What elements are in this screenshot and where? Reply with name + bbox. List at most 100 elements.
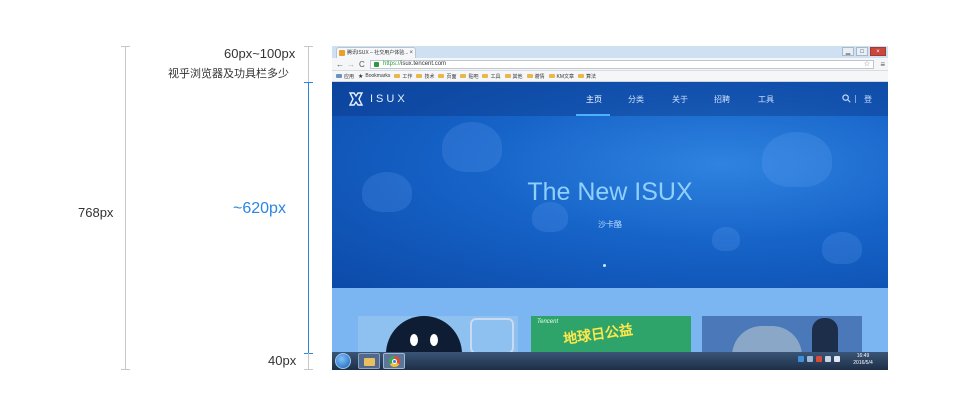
site-logo-text: ISUX	[370, 93, 408, 105]
flag-icon[interactable]	[825, 356, 831, 362]
carousel-dot[interactable]	[603, 264, 606, 267]
nav-active-underline	[576, 114, 610, 116]
total-height-line	[125, 46, 126, 370]
viewport-height-line	[308, 83, 309, 353]
network-icon[interactable]	[807, 356, 813, 362]
lock-icon	[374, 62, 379, 67]
apps-icon	[336, 74, 342, 78]
volume-icon[interactable]	[834, 356, 840, 362]
bookmark-apps[interactable]: 应用	[336, 73, 354, 80]
chrome-height-tick-top	[304, 46, 313, 47]
person-silhouette	[812, 318, 838, 352]
chrome-icon	[389, 356, 400, 367]
jellyfish-decoration	[822, 232, 862, 264]
penguin-illustration	[386, 316, 462, 352]
bookmark-bookmarks[interactable]: ★ Bookmarks	[358, 73, 390, 80]
clock-date: 2016/5/4	[853, 360, 873, 366]
bookmark-star-icon[interactable]: ☆	[864, 61, 870, 68]
taskbar-height-line	[308, 353, 309, 370]
bookmark-folder[interactable]: KM文章	[548, 73, 574, 80]
total-height-label: 768px	[78, 205, 114, 220]
nav-category[interactable]: 分类	[628, 94, 644, 105]
folder-icon	[548, 74, 555, 78]
bookmark-folder[interactable]: 贴吧	[460, 73, 478, 80]
content-section: Tencent 地球日公益	[332, 288, 888, 352]
total-height-tick-bottom	[121, 369, 130, 370]
bookmark-folder[interactable]: 页面	[438, 73, 456, 80]
bookmark-folder[interactable]: 技术	[416, 73, 434, 80]
minimize-button[interactable]: ▁	[842, 47, 854, 56]
windows-start-icon[interactable]	[335, 353, 351, 369]
taskbar-height-tick-bottom	[304, 369, 313, 370]
bookmark-folder[interactable]: 工作	[394, 73, 412, 80]
isux-logo-icon	[348, 92, 364, 106]
browser-screenshot: 腾讯ISUX – 社交用户体验... × ▁ □ × ← → C https:/…	[332, 46, 888, 370]
folder-icon	[460, 74, 467, 78]
taskbar-explorer-button[interactable]	[358, 353, 380, 369]
bookmark-folder[interactable]: 工具	[482, 73, 501, 80]
jellyfish-decoration	[712, 227, 740, 251]
browser-menu-icon[interactable]: ≡	[880, 60, 885, 69]
folder-icon	[504, 74, 511, 78]
folder-icon	[416, 74, 423, 78]
taskbar-height-label: 40px	[268, 353, 297, 368]
bookmark-folder[interactable]: 谢情	[526, 73, 545, 80]
folder-icon	[438, 74, 445, 78]
penguin-eye	[430, 334, 438, 346]
folder-icon	[364, 358, 375, 366]
article-card[interactable]: Tencent 地球日公益	[531, 316, 691, 352]
back-button[interactable]: ←	[336, 60, 344, 69]
chrome-height-sublabel: 视乎浏览器及功具栏多少	[168, 68, 289, 80]
bookmark-folder[interactable]: 算法	[578, 73, 596, 80]
photo-shape	[732, 326, 802, 352]
windows-taskbar: 16:49 2016/5/4	[332, 352, 888, 370]
shield-icon[interactable]	[798, 356, 804, 362]
site-navbar: ISUX 主页 分类 关于 招聘 工具 登	[332, 82, 888, 116]
card-headline: 地球日公益	[562, 321, 634, 347]
card-brand: Tencent	[537, 319, 559, 325]
taskbar-clock[interactable]: 16:49 2016/5/4	[844, 353, 882, 367]
system-tray	[798, 356, 840, 362]
total-height-tick-top	[121, 46, 130, 47]
forward-button[interactable]: →	[347, 60, 355, 69]
viewport-height-tick-top	[304, 82, 313, 83]
hero-title: The New ISUX	[527, 178, 693, 206]
login-link[interactable]: 登	[864, 94, 872, 105]
article-card[interactable]	[358, 316, 518, 352]
jellyfish-decoration	[442, 122, 502, 172]
site-logo[interactable]: ISUX	[348, 92, 408, 106]
nav-tools[interactable]: 工具	[758, 94, 774, 105]
search-icon[interactable]	[842, 94, 851, 103]
tab-title: 腾讯ISUX – 社交用户体验...	[347, 50, 409, 56]
chrome-height-label: 60px~100px	[224, 46, 296, 61]
browser-toolbar: ← → C https://isux.tencent.com ☆ ≡	[332, 58, 888, 71]
web-page: ISUX 主页 分类 关于 招聘 工具 登 The New ISUX 沙卡酪 T…	[332, 82, 888, 352]
chrome-height-line	[308, 46, 309, 82]
nav-about[interactable]: 关于	[672, 94, 688, 105]
nav-home[interactable]: 主页	[586, 94, 602, 105]
address-bar[interactable]: https://isux.tencent.com ☆	[370, 60, 874, 69]
tab-favicon-icon	[339, 50, 345, 56]
folder-icon	[394, 74, 401, 78]
folder-icon	[482, 74, 489, 78]
url-host: isux.tencent.com	[401, 61, 447, 67]
tab-close-icon[interactable]: ×	[409, 48, 413, 58]
bookmark-folder[interactable]: 其他	[504, 73, 523, 80]
article-card[interactable]	[702, 316, 862, 352]
browser-tab[interactable]: 腾讯ISUX – 社交用户体验... ×	[336, 47, 416, 58]
bookmarks-bar: 应用 ★ Bookmarks 工作 技术 页面 贴吧 工具 其他 谢情 KM文章 …	[332, 71, 888, 82]
star-icon: ★	[358, 73, 364, 80]
taskbar-chrome-button[interactable]	[383, 353, 405, 369]
device-frame-illustration	[470, 318, 514, 352]
folder-icon	[578, 74, 585, 78]
alert-icon[interactable]	[816, 356, 822, 362]
nav-jobs[interactable]: 招聘	[714, 94, 730, 105]
url-scheme: https://	[383, 61, 402, 67]
penguin-eye	[410, 334, 418, 346]
nav-divider	[855, 95, 856, 103]
viewport-height-label: ~620px	[233, 200, 286, 217]
close-window-button[interactable]: ×	[870, 47, 886, 56]
maximize-button[interactable]: □	[856, 47, 868, 56]
clock-time: 16:49	[856, 353, 870, 359]
reload-button[interactable]: C	[359, 60, 365, 69]
